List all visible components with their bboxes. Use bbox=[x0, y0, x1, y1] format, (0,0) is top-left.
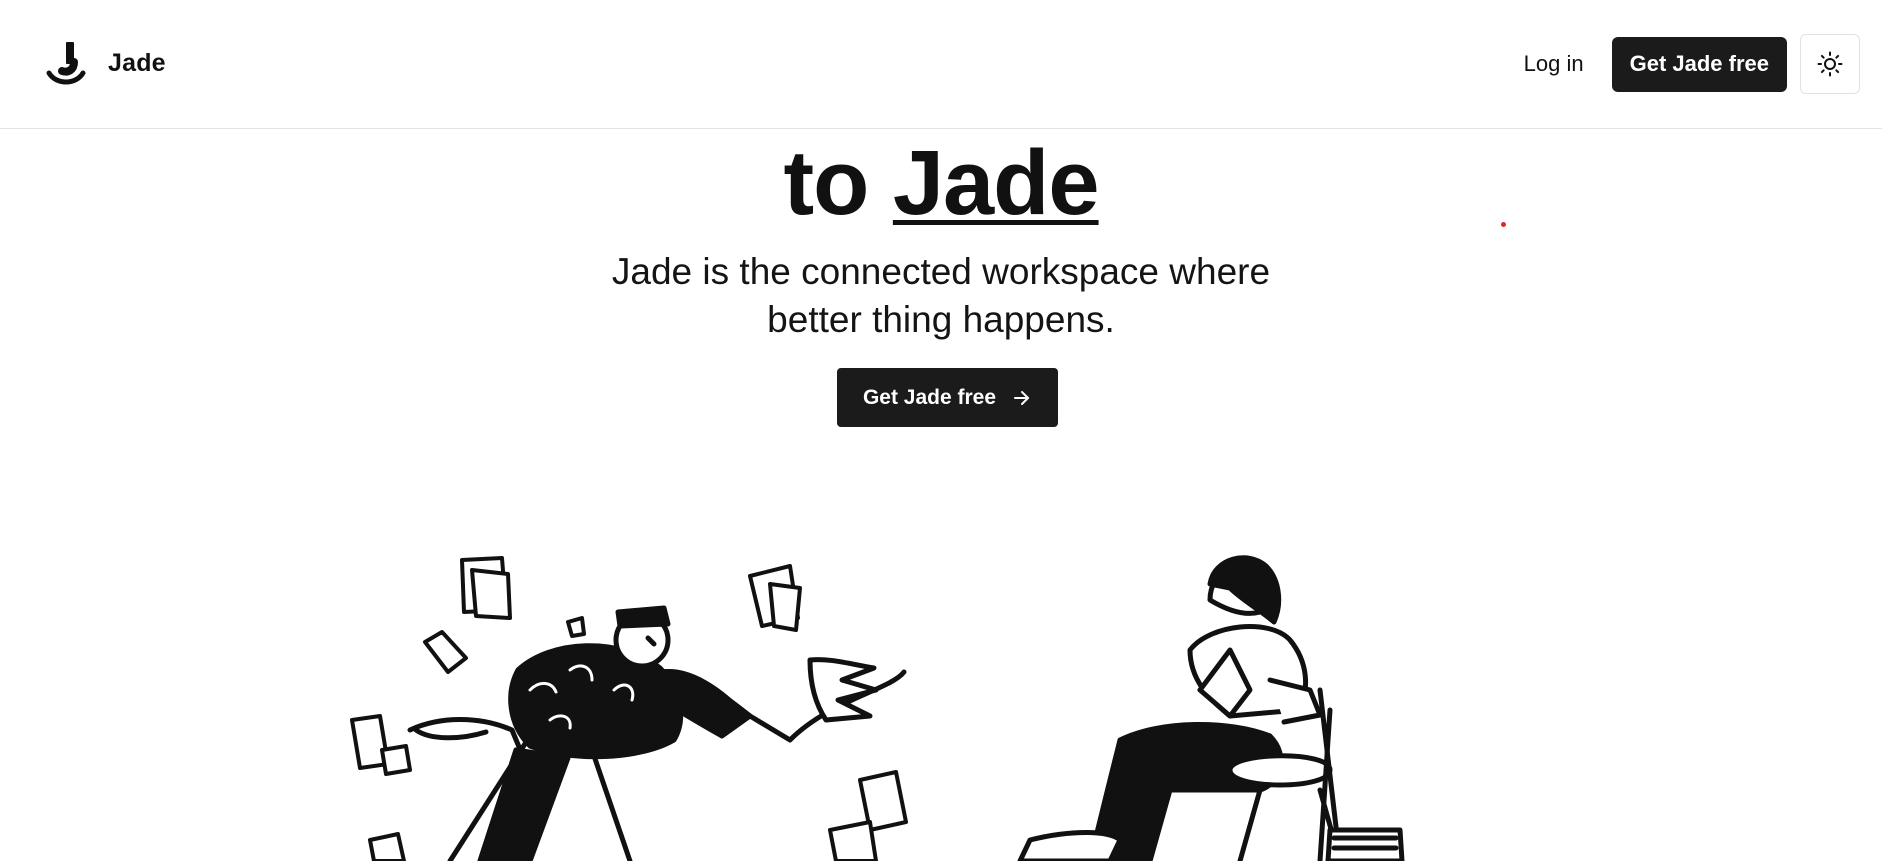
brand-name: Jade bbox=[108, 48, 166, 77]
hero-subtitle: Jade is the connected workspace where be… bbox=[0, 248, 1882, 344]
jade-j-logo-icon bbox=[46, 42, 86, 85]
hero-subtitle-line2: better thing happens. bbox=[767, 299, 1115, 340]
nav-actions: Log in Get Jade free bbox=[1524, 34, 1860, 94]
sun-icon bbox=[1817, 51, 1843, 77]
top-navbar: Jade Log in Get Jade free bbox=[0, 0, 1882, 129]
arrow-right-icon bbox=[1012, 388, 1032, 408]
hero-heading-brand: Jade bbox=[892, 132, 1100, 234]
hero-subtitle-line1: Jade is the connected workspace where bbox=[611, 251, 1271, 292]
hero-heading-prefix: to bbox=[783, 132, 869, 234]
reading-woman-illustration bbox=[1017, 555, 1405, 861]
hero-cta-label: Get Jade free bbox=[862, 385, 997, 409]
brand-link[interactable]: Jade bbox=[46, 40, 166, 86]
hero-heading: to Jade bbox=[0, 128, 1882, 238]
running-man-illustration bbox=[407, 605, 907, 861]
hero-illustration bbox=[350, 555, 1405, 861]
cursor-dot bbox=[1501, 222, 1506, 227]
login-link[interactable]: Log in bbox=[1524, 51, 1584, 77]
hero-get-started-button[interactable]: Get Jade free bbox=[837, 368, 1058, 427]
nav-get-started-button[interactable]: Get Jade free bbox=[1611, 36, 1787, 92]
theme-toggle-button[interactable] bbox=[1800, 34, 1860, 94]
